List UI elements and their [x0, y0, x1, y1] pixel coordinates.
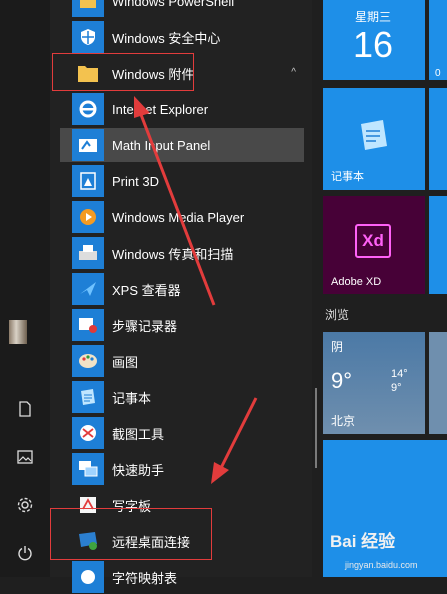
baidu-watermark-url: jingyan.baidu.com	[345, 560, 418, 570]
arrow-down-head	[211, 462, 229, 484]
arrow-up-line	[138, 111, 216, 306]
baidu-watermark-logo: Bai 经验	[330, 532, 396, 551]
arrow-down-line	[218, 397, 258, 471]
annotation-arrows	[134, 96, 258, 484]
arrow-up-head	[134, 96, 150, 118]
